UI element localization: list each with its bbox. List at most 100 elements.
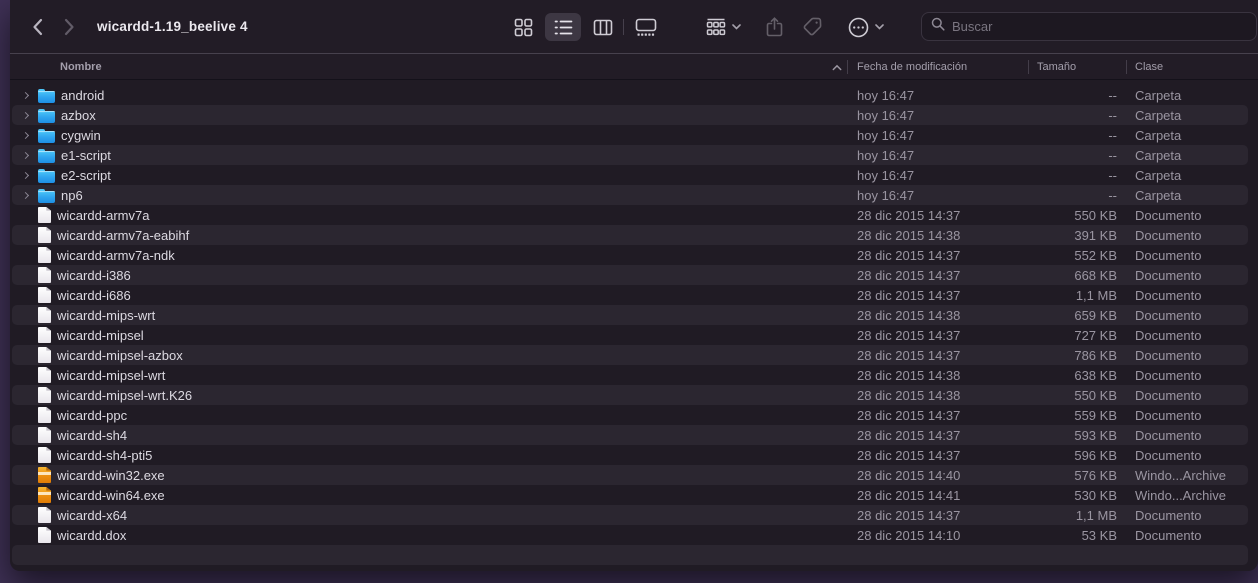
file-kind: Documento <box>1126 288 1248 303</box>
file-icon <box>38 447 51 463</box>
file-date: 28 dic 2015 14:37 <box>847 348 1028 363</box>
file-kind: Documento <box>1126 308 1248 323</box>
column-view-button[interactable] <box>585 13 621 41</box>
table-row[interactable]: wicardd-sh4-pti5 28 dic 2015 14:37 596 K… <box>12 445 1248 465</box>
column-view-icon <box>593 19 613 36</box>
file-kind: Documento <box>1126 348 1248 363</box>
file-kind: Carpeta <box>1126 88 1248 103</box>
gallery-view-button[interactable] <box>627 13 665 41</box>
more-options-button[interactable] <box>842 13 890 41</box>
file-size: -- <box>1028 188 1126 203</box>
table-row[interactable]: wicardd-mipsel-azbox 28 dic 2015 14:37 7… <box>12 345 1248 365</box>
file-icon <box>38 91 55 103</box>
file-kind: Carpeta <box>1126 108 1248 123</box>
table-row[interactable]: wicardd-armv7a 28 dic 2015 14:37 550 KB … <box>12 205 1248 225</box>
file-kind: Documento <box>1126 428 1248 443</box>
table-row[interactable]: wicardd-armv7a-ndk 28 dic 2015 14:37 552… <box>12 245 1248 265</box>
file-icon <box>38 227 51 243</box>
file-size: 576 KB <box>1028 468 1126 483</box>
file-date: 28 dic 2015 14:37 <box>847 268 1028 283</box>
file-size: 1,1 MB <box>1028 288 1126 303</box>
file-date: hoy 16:47 <box>847 128 1028 143</box>
table-row[interactable]: wicardd-mipsel-wrt.K26 28 dic 2015 14:38… <box>12 385 1248 405</box>
table-row[interactable]: wicardd.dox 28 dic 2015 14:10 53 KB Docu… <box>12 525 1248 545</box>
table-row[interactable]: wicardd-armv7a-eabihf 28 dic 2015 14:38 … <box>12 225 1248 245</box>
file-icon <box>38 407 51 423</box>
file-date: 28 dic 2015 14:37 <box>847 408 1028 423</box>
column-divider[interactable] <box>847 60 848 74</box>
file-size: 53 KB <box>1028 528 1126 543</box>
file-size: 559 KB <box>1028 408 1126 423</box>
empty-row <box>12 545 1248 565</box>
forward-button[interactable] <box>56 13 82 41</box>
file-icon <box>38 191 55 203</box>
file-size: 786 KB <box>1028 348 1126 363</box>
table-row[interactable]: wicardd-i386 28 dic 2015 14:37 668 KB Do… <box>12 265 1248 285</box>
file-date: 28 dic 2015 14:38 <box>847 388 1028 403</box>
file-icon <box>38 327 51 343</box>
file-kind: Windo...Archive <box>1126 488 1248 503</box>
table-row[interactable]: wicardd-mipsel-wrt 28 dic 2015 14:38 638… <box>12 365 1248 385</box>
file-icon <box>38 131 55 143</box>
file-name: wicardd-sh4-pti5 <box>57 448 152 463</box>
table-row[interactable]: wicardd-win32.exe 28 dic 2015 14:40 576 … <box>12 465 1248 485</box>
table-row[interactable]: azbox hoy 16:47 -- Carpeta <box>12 105 1248 125</box>
share-icon <box>766 17 783 37</box>
file-name: wicardd-i386 <box>57 268 131 283</box>
file-size: 659 KB <box>1028 308 1126 323</box>
table-row[interactable]: wicardd-mips-wrt 28 dic 2015 14:38 659 K… <box>12 305 1248 325</box>
file-name: wicardd-mipsel-wrt <box>57 368 165 383</box>
group-by-button[interactable] <box>700 13 746 41</box>
disclosure-chevron-icon[interactable] <box>22 132 30 140</box>
file-date: 28 dic 2015 14:40 <box>847 468 1028 483</box>
gallery-view-icon <box>635 18 657 36</box>
table-row[interactable]: wicardd-mipsel 28 dic 2015 14:37 727 KB … <box>12 325 1248 345</box>
search-input[interactable] <box>952 19 1247 34</box>
file-icon <box>38 287 51 303</box>
file-kind: Documento <box>1126 228 1248 243</box>
file-list: android hoy 16:47 -- Carpeta azbox hoy 1… <box>10 81 1258 571</box>
file-size: 727 KB <box>1028 328 1126 343</box>
file-name: wicardd.dox <box>57 528 126 543</box>
column-divider[interactable] <box>1028 60 1029 74</box>
file-icon <box>38 111 55 123</box>
file-name: wicardd-armv7a-eabihf <box>57 228 189 243</box>
table-row[interactable]: wicardd-win64.exe 28 dic 2015 14:41 530 … <box>12 485 1248 505</box>
column-header-kind[interactable]: Clase <box>1135 54 1163 80</box>
window-title: wicardd-1.19_beelive 4 <box>97 0 248 53</box>
disclosure-chevron-icon[interactable] <box>22 172 30 180</box>
file-date: hoy 16:47 <box>847 168 1028 183</box>
disclosure-chevron-icon[interactable] <box>22 152 30 160</box>
file-icon <box>38 247 51 263</box>
table-row[interactable]: wicardd-x64 28 dic 2015 14:37 1,1 MB Doc… <box>12 505 1248 525</box>
disclosure-chevron-icon[interactable] <box>22 112 30 120</box>
table-row[interactable]: wicardd-sh4 28 dic 2015 14:37 593 KB Doc… <box>12 425 1248 445</box>
back-button[interactable] <box>24 13 50 41</box>
table-row[interactable]: wicardd-i686 28 dic 2015 14:37 1,1 MB Do… <box>12 285 1248 305</box>
table-row[interactable]: cygwin hoy 16:47 -- Carpeta <box>12 125 1248 145</box>
disclosure-chevron-icon[interactable] <box>22 192 30 200</box>
column-header-name[interactable]: Nombre <box>60 54 102 80</box>
table-row[interactable]: np6 hoy 16:47 -- Carpeta <box>12 185 1248 205</box>
list-view-button[interactable] <box>545 13 581 41</box>
file-icon <box>38 467 51 483</box>
icon-view-button[interactable] <box>505 13 541 41</box>
disclosure-chevron-icon[interactable] <box>22 92 30 100</box>
tag-icon <box>803 17 823 37</box>
table-row[interactable]: e2-script hoy 16:47 -- Carpeta <box>12 165 1248 185</box>
file-name: np6 <box>61 188 83 203</box>
search-field[interactable] <box>921 12 1257 41</box>
file-name: azbox <box>61 108 96 123</box>
sort-ascending-icon[interactable] <box>832 54 842 80</box>
column-header-date[interactable]: Fecha de modificación <box>857 54 967 80</box>
table-row[interactable]: wicardd-ppc 28 dic 2015 14:37 559 KB Doc… <box>12 405 1248 425</box>
column-header-size[interactable]: Tamaño <box>1037 54 1076 80</box>
column-divider[interactable] <box>1126 60 1127 74</box>
file-size: -- <box>1028 148 1126 163</box>
table-row[interactable]: e1-script hoy 16:47 -- Carpeta <box>12 145 1248 165</box>
chevron-down-icon <box>732 24 741 30</box>
table-row[interactable]: android hoy 16:47 -- Carpeta <box>12 85 1248 105</box>
share-button[interactable] <box>758 13 790 41</box>
tag-button[interactable] <box>797 13 829 41</box>
file-name: wicardd-armv7a <box>57 208 149 223</box>
